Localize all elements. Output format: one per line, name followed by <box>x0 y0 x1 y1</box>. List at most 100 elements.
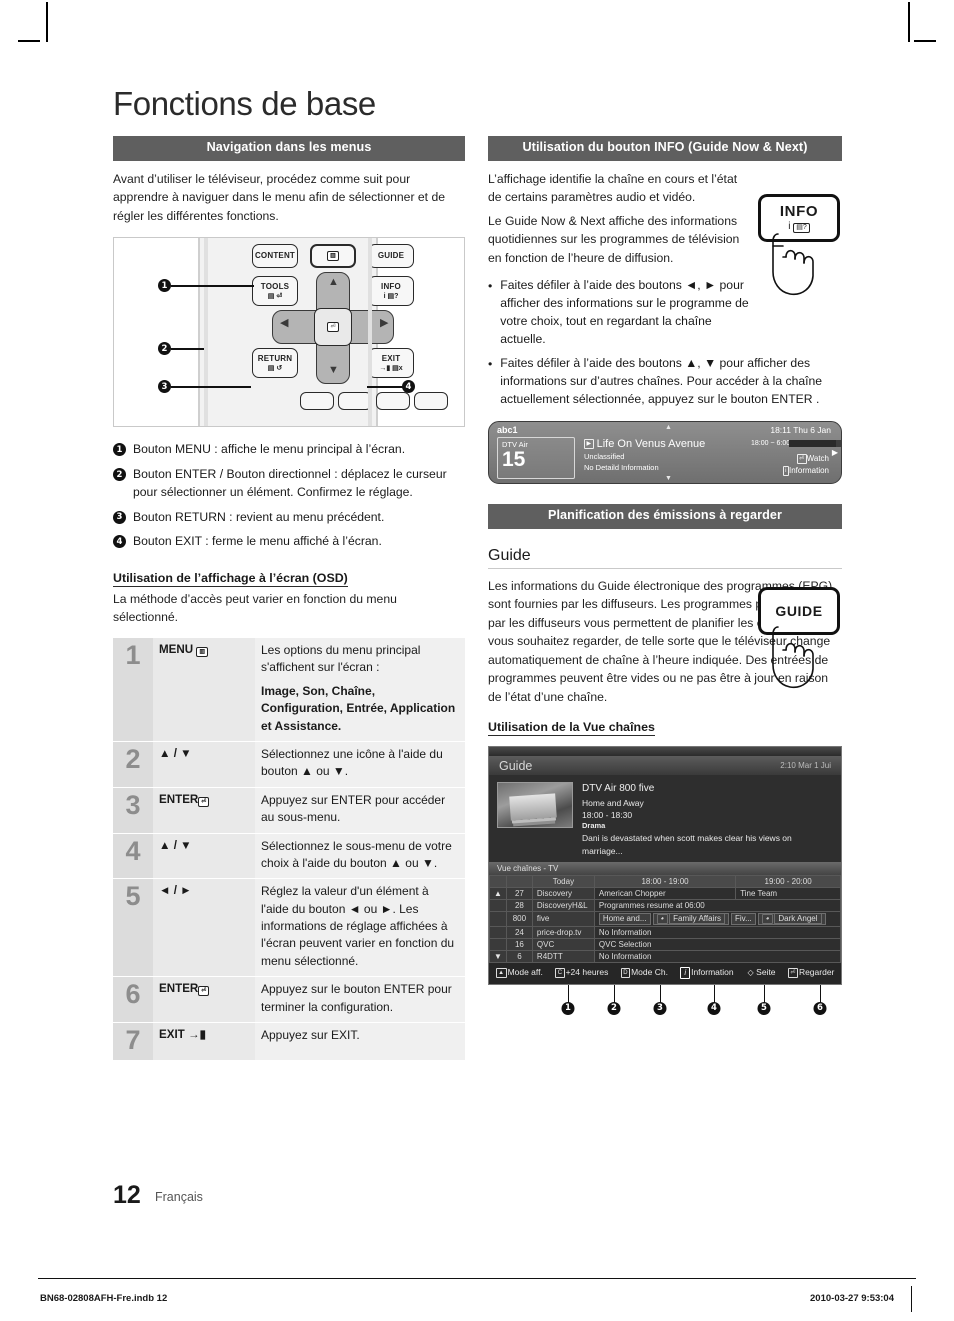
list-item-number: 2 <box>113 468 126 482</box>
remote-dpad: ▲ ▼ ◀ ▶ ⏎ <box>272 272 394 385</box>
program-cell[interactable]: Tine Team <box>735 886 841 900</box>
footer-action-channel-mode[interactable]: D Mode Ch. <box>620 967 668 978</box>
remote-control-diagram: MENU CONTENT ▥ GUIDE TOOLS ▤ ⏎ INFO i ▤?… <box>113 237 465 428</box>
callout-leader <box>820 984 822 1003</box>
program-thumbnail <box>497 782 573 829</box>
footer-action-display-mode[interactable]: ▲ Mode aff. <box>495 967 543 978</box>
step-number: 5 <box>113 878 153 977</box>
osd-progress-bar <box>789 439 841 447</box>
callout-leader <box>614 984 616 1003</box>
info-section: INFO i ▤? L’affichage identifie la chaîn… <box>488 170 842 409</box>
program-cell[interactable]: Fiv... <box>731 912 756 925</box>
footer-action-plus24h[interactable]: C +24 heures <box>555 967 608 978</box>
remote-info-button: INFO i ▤? <box>368 276 414 307</box>
table-row[interactable]: ▲ 27 Discovery American Chopper Tine Tea… <box>489 886 841 900</box>
callout-number: 2 <box>607 1001 621 1015</box>
section-header-navigation: Navigation dans les menus <box>113 136 465 161</box>
scroll-down-icon[interactable]: ▼ <box>489 949 507 963</box>
step-key: ▲ / ▼ <box>153 833 255 879</box>
osd-action-info-label: Information <box>788 465 829 475</box>
callout-number: 4 <box>707 1001 721 1015</box>
table-row[interactable]: 16 QVC QVC Selection <box>489 937 842 951</box>
clock-icon: ◕ <box>761 913 774 924</box>
program-cell[interactable]: QVC Selection <box>593 937 842 951</box>
step-key-label: EXIT <box>159 1028 185 1042</box>
step-description: Appuyez sur ENTER pour accéder au sous-m… <box>255 787 465 834</box>
program-cell[interactable]: No Information <box>593 925 842 939</box>
table-row: 3 ENTER ⏎ Appuyez sur ENTER pour accéder … <box>113 787 465 834</box>
preview-time: 18:00 - 18:30 <box>582 810 633 821</box>
program-cell[interactable]: ◕ Dark Angel <box>757 912 826 925</box>
footer-timestamp: 2010-03-27 9:53:04 <box>810 1293 894 1304</box>
footer-action-information[interactable]: i Information <box>680 966 734 979</box>
list-item: • Faites défiler à l’aide des boutons ▲,… <box>488 354 842 409</box>
step-key: MENU ▥ <box>153 638 255 742</box>
callout-leader <box>568 984 570 1003</box>
enter-icon: ⏎ <box>198 986 210 997</box>
enter-glyph-icon: ⏎ <box>327 322 339 333</box>
list-item: 1 Bouton MENU : affiche le menu principa… <box>113 441 465 459</box>
callout-number: 3 <box>653 1001 667 1015</box>
list-item: 3 Bouton RETURN : revient au menu précéd… <box>113 509 465 527</box>
program-cell[interactable]: ◕ Family Affairs <box>652 912 729 925</box>
channel-number: 16 <box>505 937 533 951</box>
list-item: 2 Bouton ENTER / Bouton directionnel : d… <box>113 466 465 501</box>
osd-program-title-row: ▶ Life On Venus Avenue <box>584 438 705 450</box>
preview-synopsis: Dani is devastated when scott makes clea… <box>582 833 792 856</box>
remote-menu-button: ▥ <box>310 244 356 269</box>
step-description: Appuyez sur EXIT. <box>255 1022 465 1061</box>
table-row[interactable]: 28 DiscoveryH&L Programmes resume at 06:… <box>489 898 842 912</box>
d-button-icon: D <box>620 967 631 978</box>
left-column: Navigation dans les menus Avant d’utilis… <box>113 136 465 1061</box>
hand-pointer-icon <box>772 625 814 688</box>
program-cell[interactable]: Home and... <box>598 912 651 925</box>
channel-number: 27 <box>505 886 533 900</box>
exit-glyph-icon: →▮ ▤x <box>379 364 403 372</box>
guide-osd-tab[interactable]: Vue chaînes - TV <box>489 861 841 875</box>
step-key-label: ENTER <box>159 982 199 996</box>
dpad-left-icon: ◀ <box>280 317 289 330</box>
remote-return-button: RETURN ▤ ↺ <box>252 348 298 379</box>
preview-genre: Drama <box>582 821 606 831</box>
callout-leader-2 <box>171 348 204 350</box>
table-row[interactable]: 800 five Home and... ◕ Family Affairs Fiv… <box>489 910 842 927</box>
program-cell[interactable]: American Chopper <box>593 886 737 900</box>
remote-tools-button: TOOLS ▤ ⏎ <box>252 276 298 307</box>
osd-right-caret-icon: ▶ <box>831 447 838 457</box>
program-cell[interactable]: Programmes resume at 06:00 <box>593 898 842 912</box>
step-description: Sélectionnez le sous-menu de votre choix… <box>255 833 465 879</box>
osd-subheading: Utilisation de l’affichage à l’écran (OS… <box>113 570 348 587</box>
step-key: ENTER ⏎ <box>153 787 255 834</box>
table-row[interactable]: ▼ 6 R4DTT No Information <box>489 949 842 963</box>
crop-mark-tl-v <box>46 2 48 42</box>
list-item-text: Bouton RETURN : revient au menu précéden… <box>133 509 385 524</box>
footer-action-watch[interactable]: ⏎ Regarder <box>787 967 834 978</box>
guide-schedule-table: Today 18:00 - 19:00 19:00 - 20:00 ▲ 27 D… <box>489 874 842 963</box>
row-arrow <box>489 898 507 912</box>
scroll-up-icon[interactable]: ▲ <box>489 886 507 900</box>
hand-pointer-icon <box>772 233 814 295</box>
footer-action-page[interactable]: ◇ Seite <box>746 967 776 977</box>
step-description: Sélectionnez une icône à l'aide du bouto… <box>255 741 465 788</box>
step-description: Appuyez sur le bouton ENTER pour termine… <box>255 976 465 1023</box>
preview-title: Home and Away <box>582 797 644 808</box>
osd-action-information: i Information <box>782 465 829 476</box>
navigation-intro: Avant d’utiliser le téléviseur, procédez… <box>113 171 445 223</box>
guide-button-label: GUIDE <box>775 602 823 619</box>
osd-rating: Unclassified <box>584 451 625 461</box>
step-number: 6 <box>113 976 153 1023</box>
step-key: ENTER ⏎ <box>153 976 255 1023</box>
manual-page: Fonctions de base Navigation dans les me… <box>0 0 954 1321</box>
program-cell[interactable]: No Information <box>593 949 842 963</box>
guide-osd-header: Guide 2:10 Mar 1 Jui <box>489 756 841 776</box>
table-row[interactable]: 24 price-drop.tv No Information <box>489 925 842 939</box>
list-item-number: 4 <box>113 535 126 549</box>
footer-rule <box>38 1278 916 1279</box>
list-item: 4 Bouton EXIT : ferme le menu affiché à … <box>113 533 465 551</box>
remote-return-label: RETURN <box>257 354 293 364</box>
list-item-number: 1 <box>113 443 126 457</box>
callout-leader <box>660 984 662 1003</box>
bullet-icon: • <box>488 356 493 371</box>
info-paragraph-2: Le Guide Now & Next affiche des informat… <box>488 213 740 266</box>
osd-progress-fill <box>789 439 836 447</box>
